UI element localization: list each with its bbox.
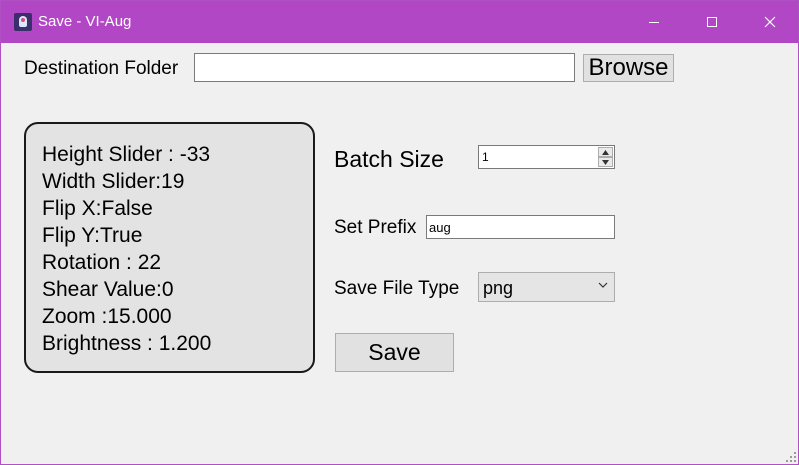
info-brightness: Brightness : 1.200 <box>42 332 212 355</box>
save-button[interactable]: Save <box>335 333 454 372</box>
minimize-button[interactable] <box>625 1 683 43</box>
maximize-icon <box>707 17 717 27</box>
resize-grip-icon[interactable] <box>786 452 796 462</box>
save-dialog-window: Save - VI-Aug Destination Folder Browse … <box>0 0 799 465</box>
maximize-button[interactable] <box>683 1 741 43</box>
batch-size-spinbox[interactable]: 1 <box>478 145 615 169</box>
info-flip-y: Flip Y:True <box>42 224 143 247</box>
destination-folder-label: Destination Folder <box>24 58 179 79</box>
arrow-down-icon <box>602 159 609 165</box>
info-zoom: Zoom :15.000 <box>42 305 172 328</box>
minimize-icon <box>649 22 659 23</box>
prefix-input[interactable] <box>426 215 615 239</box>
save-file-type-label: Save File Type <box>334 278 460 299</box>
info-height-slider: Height Slider : -33 <box>42 143 211 166</box>
info-flip-x: Flip X:False <box>42 197 153 220</box>
file-type-selected: png <box>483 278 514 298</box>
arrow-up-icon <box>602 149 609 155</box>
window-title: Save - VI-Aug <box>38 13 132 30</box>
title-bar[interactable]: Save - VI-Aug <box>1 1 798 43</box>
info-shear-value: Shear Value:0 <box>42 278 174 301</box>
browse-button[interactable]: Browse <box>583 54 674 82</box>
close-icon <box>764 16 776 28</box>
close-button[interactable] <box>741 1 799 43</box>
chevron-down-icon <box>598 282 608 288</box>
info-width-slider: Width Slider:19 <box>42 170 185 193</box>
spin-down-button[interactable] <box>598 157 613 167</box>
batch-size-label: Batch Size <box>334 146 444 172</box>
batch-size-value[interactable]: 1 <box>482 150 489 164</box>
spin-up-button[interactable] <box>598 147 613 157</box>
info-rotation: Rotation : 22 <box>42 251 162 274</box>
app-icon <box>14 13 32 31</box>
destination-folder-input[interactable] <box>194 53 575 82</box>
augmentation-info-panel: Height Slider : -33 Width Slider:19 Flip… <box>24 122 315 373</box>
file-type-dropdown[interactable]: png <box>478 272 615 302</box>
set-prefix-label: Set Prefix <box>334 217 417 238</box>
